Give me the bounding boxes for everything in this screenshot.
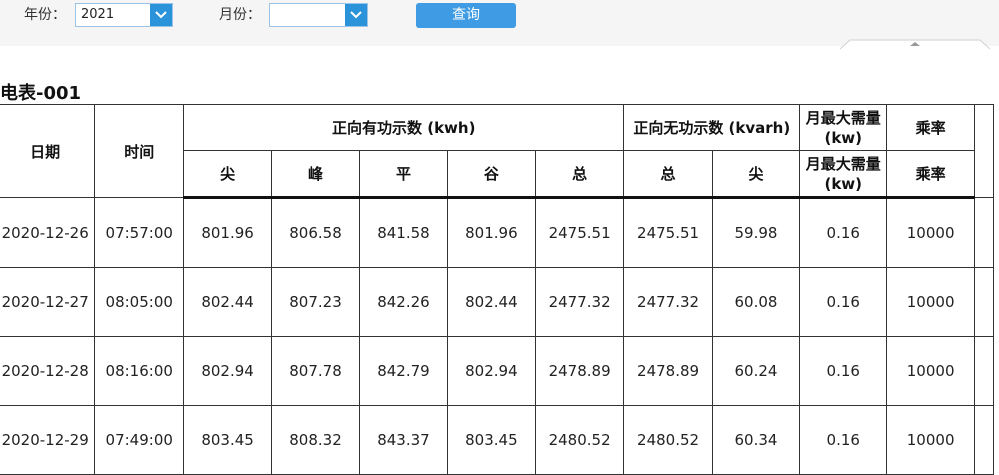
chevron-down-icon [155, 11, 167, 19]
year-label: 年份： [24, 7, 66, 23]
header-reactive-group: 正向无功示数 (kvarh) [623, 104, 801, 151]
header-active-peak: 峰 [271, 150, 360, 199]
month-select[interactable] [269, 3, 368, 27]
cell-reactive-total: 2480.52 [623, 405, 713, 475]
header-ratio-sub: 乘率 [886, 150, 975, 199]
cell-active-flat: 843.37 [358, 405, 448, 475]
year-select[interactable]: 2021 [75, 3, 173, 27]
header-max-demand: 月最大需量 (kw) [799, 104, 888, 151]
cell-active-total: 2480.52 [534, 405, 625, 475]
cell-active-flat: 842.26 [358, 267, 448, 337]
header-active-valley: 谷 [446, 150, 536, 199]
year-dropdown-button[interactable] [150, 4, 172, 26]
cell-active-flat: 841.58 [358, 197, 448, 268]
table-row: 2020-12-27 08:05:00 802.44 807.23 842.26… [0, 267, 995, 337]
chevron-up-icon [839, 39, 991, 50]
cell-max-demand: 0.16 [799, 336, 888, 406]
header-active-group: 正向有功示数 (kwh) [183, 104, 625, 151]
chevron-down-icon [350, 11, 362, 19]
cell-active-valley: 802.44 [446, 267, 536, 337]
cell-active-sharp: 801.96 [183, 197, 273, 268]
cell-active-sharp: 803.45 [183, 405, 273, 475]
cell-active-total: 2478.89 [534, 336, 625, 406]
cell-max-demand: 0.16 [799, 197, 888, 268]
cell-active-peak: 808.32 [271, 405, 360, 475]
table-row: 2020-12-28 08:16:00 802.94 807.78 842.79… [0, 336, 995, 406]
cell-filler [973, 197, 995, 268]
cell-filler [973, 405, 995, 475]
table-row: 2020-12-29 07:49:00 803.45 808.32 843.37… [0, 405, 995, 475]
cell-max-demand: 0.16 [799, 267, 888, 337]
cell-reactive-total: 2477.32 [623, 267, 713, 337]
header-active-flat: 平 [358, 150, 448, 199]
header-ratio: 乘率 [886, 104, 975, 151]
table-row: 2020-12-26 07:57:00 801.96 806.58 841.58… [0, 197, 995, 268]
cell-date: 2020-12-28 [0, 336, 96, 406]
table-title: 电表-001 [0, 83, 82, 104]
month-dropdown-button[interactable] [345, 4, 367, 26]
cell-active-total: 2475.51 [534, 197, 625, 268]
cell-time: 08:05:00 [94, 267, 185, 337]
header-filler [973, 104, 995, 198]
cell-filler [973, 336, 995, 406]
header-active-peak-sharp: 尖 [183, 150, 273, 199]
cell-active-sharp: 802.44 [183, 267, 273, 337]
cell-reactive-total: 2478.89 [623, 336, 713, 406]
query-button[interactable]: 查询 [416, 3, 516, 28]
cell-reactive-sharp: 60.34 [711, 405, 801, 475]
cell-reactive-total: 2475.51 [623, 197, 713, 268]
table-header: 日期 时间 正向有功示数 (kwh) 正向无功示数 (kvarh) 月最大需量 … [0, 104, 995, 199]
header-time: 时间 [94, 104, 185, 198]
cell-ratio: 10000 [886, 336, 975, 406]
header-active-total: 总 [534, 150, 625, 199]
header-date: 日期 [0, 104, 96, 198]
cell-filler [973, 267, 995, 337]
cell-date: 2020-12-26 [0, 197, 96, 268]
cell-active-valley: 803.45 [446, 405, 536, 475]
cell-active-valley: 801.96 [446, 197, 536, 268]
cell-ratio: 10000 [886, 267, 975, 337]
cell-active-sharp: 802.94 [183, 336, 273, 406]
cell-date: 2020-12-29 [0, 405, 96, 475]
cell-time: 07:57:00 [94, 197, 185, 268]
cell-active-valley: 802.94 [446, 336, 536, 406]
cell-active-peak: 807.78 [271, 336, 360, 406]
month-label: 月份： [219, 7, 261, 23]
year-value: 2021 [81, 7, 115, 22]
cell-ratio: 10000 [886, 197, 975, 268]
cell-max-demand: 0.16 [799, 405, 888, 475]
cell-active-peak: 807.23 [271, 267, 360, 337]
cell-active-peak: 806.58 [271, 197, 360, 268]
table-body: 2020-12-26 07:57:00 801.96 806.58 841.58… [0, 197, 995, 475]
cell-time: 07:49:00 [94, 405, 185, 475]
header-max-demand-sub: 月最大需量 (kw) [799, 150, 888, 199]
meter-readings-table: 日期 时间 正向有功示数 (kwh) 正向无功示数 (kvarh) 月最大需量 … [0, 104, 995, 475]
cell-time: 08:16:00 [94, 336, 185, 406]
cell-reactive-sharp: 60.24 [711, 336, 801, 406]
cell-ratio: 10000 [886, 405, 975, 475]
cell-reactive-sharp: 59.98 [711, 197, 801, 268]
collapse-toggle[interactable] [839, 35, 991, 50]
header-reactive-total: 总 [623, 150, 713, 199]
cell-date: 2020-12-27 [0, 267, 96, 337]
header-reactive-sharp: 尖 [711, 150, 801, 199]
cell-active-flat: 842.79 [358, 336, 448, 406]
cell-active-total: 2477.32 [534, 267, 625, 337]
cell-reactive-sharp: 60.08 [711, 267, 801, 337]
